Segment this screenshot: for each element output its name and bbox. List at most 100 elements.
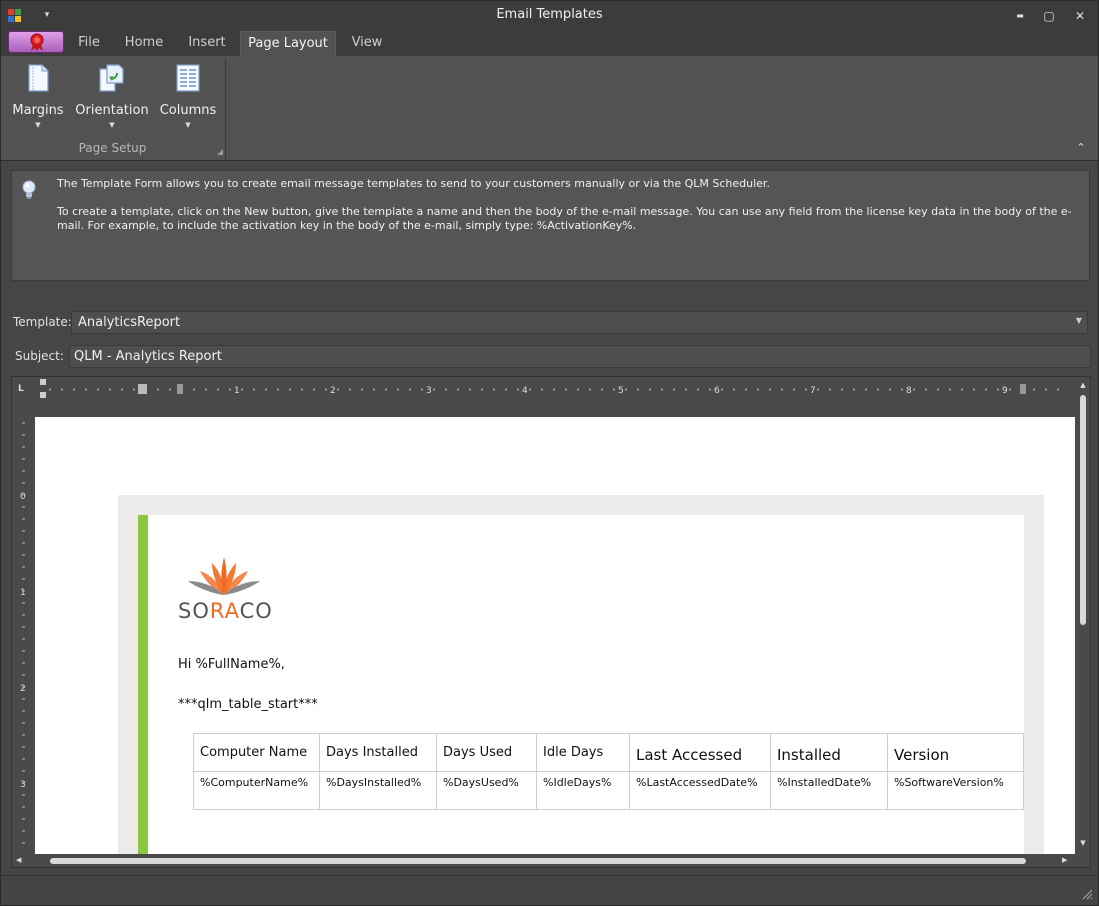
cell-installed: %InstalledDate% [770, 771, 888, 810]
v-ruler-number: 2 [20, 684, 26, 694]
ribbon-collapse-button[interactable]: ⌃ [1073, 140, 1089, 156]
email-templates-window: ▾ Email Templates ▬ ▢ ✕ File Home Insert… [0, 0, 1099, 906]
info-text: The Template Form allows you to create e… [57, 177, 1077, 247]
greeting-text: Hi %FullName%, [178, 657, 285, 672]
dialog-launcher-icon[interactable] [217, 149, 223, 155]
orientation-button[interactable]: Orientation ▼ [73, 61, 151, 133]
left-margin-marker[interactable] [138, 384, 147, 394]
left-indent-marker[interactable] [40, 392, 46, 398]
rich-text-editor[interactable]: L 1 2 3 4 5 6 7 8 9 0 1 2 3 SORACO Hi %F… [11, 376, 1091, 868]
header-days-installed: Days Installed [319, 733, 437, 772]
cell-days-installed: %DaysInstalled% [319, 771, 437, 810]
title-bar: ▾ Email Templates ▬ ▢ ✕ [1, 1, 1098, 31]
email-body: SORACO Hi %FullName%, ***qlm_table_start… [138, 515, 1024, 857]
horizontal-scrollbar[interactable]: ◀ ▶ [12, 854, 1076, 867]
logo-so: SO [178, 599, 210, 623]
analytics-table: Computer Name Days Installed Days Used I… [193, 733, 1024, 810]
table-row: %ComputerName% %DaysInstalled% %DaysUsed… [193, 771, 1024, 810]
app-icon[interactable] [8, 9, 22, 23]
scroll-right-icon[interactable]: ▶ [1062, 856, 1067, 864]
tab-file[interactable]: File [67, 31, 111, 56]
ribbon-badge-icon [30, 33, 44, 51]
columns-button[interactable]: Columns ▼ [158, 61, 218, 133]
vertical-ruler[interactable]: 0 1 2 3 [14, 417, 34, 853]
margins-button[interactable]: Margins ▼ [11, 61, 65, 133]
vertical-scrollbar[interactable]: ▲ ▼ [1076, 377, 1090, 855]
template-label: Template: [13, 315, 72, 329]
chevron-down-icon[interactable]: ▼ [1076, 316, 1082, 325]
columns-dropdown-icon: ▼ [185, 121, 191, 129]
logo-co: CO [239, 599, 273, 623]
h-ruler-number: 6 [714, 386, 720, 396]
tab-page-layout[interactable]: Page Layout [240, 31, 336, 56]
page-setup-group-label: Page Setup [78, 141, 147, 155]
horizontal-ruler[interactable]: 1 2 3 4 5 6 7 8 9 [40, 379, 1080, 399]
soraco-logo: SORACO [178, 555, 278, 625]
orientation-label: Orientation [75, 103, 149, 118]
scroll-up-icon[interactable]: ▲ [1078, 381, 1088, 389]
header-version: Version [887, 733, 1024, 772]
h-ruler-number: 7 [810, 386, 816, 396]
columns-label: Columns [159, 103, 217, 118]
header-computer-name: Computer Name [193, 733, 320, 772]
header-installed: Installed [770, 733, 888, 772]
subject-label: Subject: [15, 349, 64, 363]
header-idle-days: Idle Days [536, 733, 630, 772]
vertical-scroll-thumb[interactable] [1080, 395, 1086, 625]
group-separator [225, 58, 226, 159]
v-ruler-number: 0 [20, 492, 26, 502]
tab-stop-selector[interactable]: L [18, 384, 26, 394]
cell-computer-name: %ComputerName% [193, 771, 320, 810]
email-frame: SORACO Hi %FullName%, ***qlm_table_start… [118, 495, 1044, 857]
scroll-left-icon[interactable]: ◀ [16, 856, 21, 864]
margins-label: Margins [12, 103, 64, 118]
document-page[interactable]: SORACO Hi %FullName%, ***qlm_table_start… [35, 417, 1075, 857]
first-indent-marker[interactable] [40, 379, 46, 385]
horizontal-scroll-thumb[interactable] [50, 858, 1026, 864]
margins-icon [28, 64, 49, 92]
status-bar [1, 875, 1098, 905]
header-days-used: Days Used [436, 733, 537, 772]
scroll-down-icon[interactable]: ▼ [1078, 839, 1088, 847]
template-select[interactable]: AnalyticsReport ▼ [71, 311, 1088, 334]
h-ruler-number: 4 [522, 386, 528, 396]
logo-wordmark: SORACO [178, 599, 273, 623]
close-button[interactable]: ✕ [1068, 7, 1092, 25]
orientation-dropdown-icon: ▼ [109, 121, 115, 129]
right-margin-marker[interactable] [1020, 384, 1026, 394]
columns-icon [176, 64, 200, 92]
template-value: AnalyticsReport [78, 315, 181, 330]
v-ruler-number: 3 [20, 780, 26, 790]
info-line-1: The Template Form allows you to create e… [57, 177, 770, 190]
h-ruler-number: 5 [618, 386, 624, 396]
quick-access-dropdown[interactable]: ▾ [41, 9, 53, 21]
ribbon-tab-bar: File Home Insert Page Layout View [1, 31, 1098, 56]
h-ruler-number: 3 [426, 386, 432, 396]
h-ruler-number: 8 [906, 386, 912, 396]
h-ruler-number: 2 [330, 386, 336, 396]
v-ruler-number: 1 [20, 588, 26, 598]
table-start-marker: ***qlm_table_start*** [178, 697, 318, 712]
lotus-icon [188, 557, 260, 595]
info-line-2: To create a template, click on the New b… [57, 205, 1072, 232]
maximize-button[interactable]: ▢ [1037, 7, 1061, 25]
tab-home[interactable]: Home [115, 31, 173, 56]
h-ruler-number: 9 [1002, 386, 1008, 396]
header-last-accessed: Last Accessed [629, 733, 771, 772]
resize-grip-icon[interactable] [1081, 888, 1093, 900]
column-marker[interactable] [177, 384, 183, 394]
cell-days-used: %DaysUsed% [436, 771, 537, 810]
h-ruler-number: 1 [234, 386, 240, 396]
subject-input[interactable] [69, 345, 1091, 368]
table-header-row: Computer Name Days Installed Days Used I… [193, 733, 1024, 772]
cell-last-accessed: %LastAccessedDate% [629, 771, 771, 810]
info-panel: The Template Form allows you to create e… [11, 170, 1090, 281]
window-title: Email Templates [496, 7, 603, 22]
minimize-button[interactable]: ▬ [1008, 7, 1032, 25]
orientation-icon [99, 64, 124, 92]
margins-dropdown-icon: ▼ [35, 121, 41, 129]
tab-view[interactable]: View [339, 31, 395, 56]
tab-insert[interactable]: Insert [177, 31, 237, 56]
application-menu-button[interactable] [8, 31, 64, 53]
cell-idle-days: %IdleDays% [536, 771, 630, 810]
